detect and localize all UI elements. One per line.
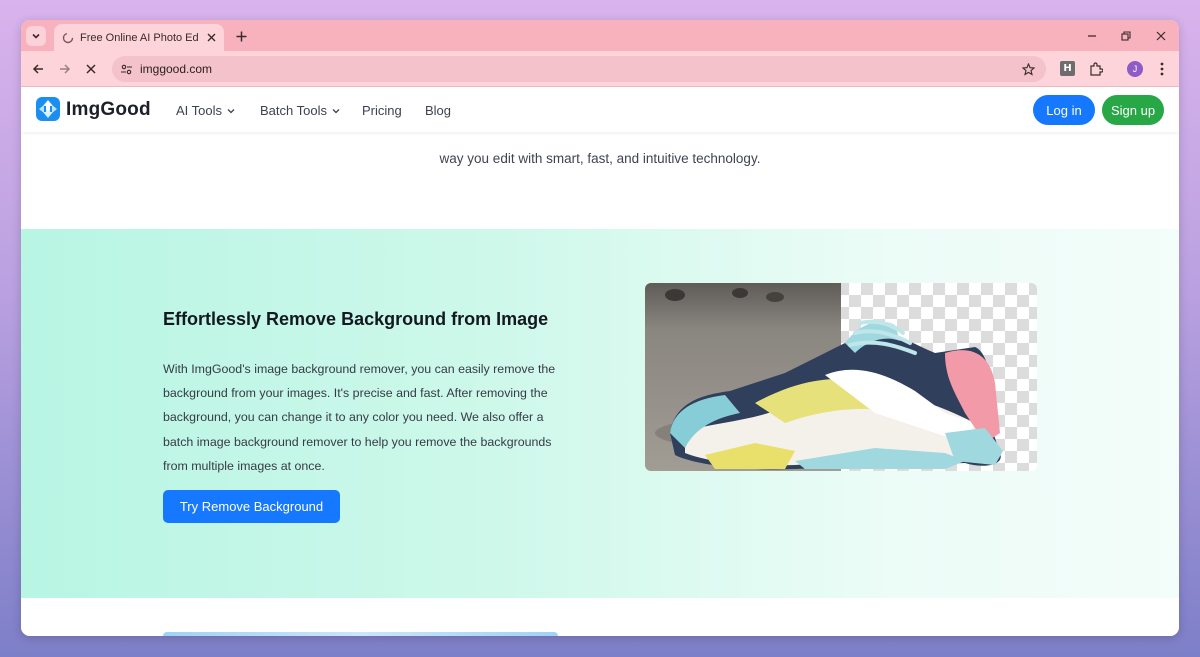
nav-blog-label: Blog xyxy=(425,103,452,118)
nav-ai-tools[interactable]: AI Tools xyxy=(176,103,236,118)
restore-icon[interactable] xyxy=(1118,28,1134,44)
stop-loading-icon[interactable] xyxy=(82,60,100,78)
browser-toolbar: imggood.com H J xyxy=(21,51,1179,87)
chevron-down-icon xyxy=(227,108,235,113)
close-window-icon[interactable] xyxy=(1153,28,1169,44)
nav-ai-tools-label: AI Tools xyxy=(176,103,223,118)
login-button[interactable]: Log in xyxy=(1033,95,1095,125)
site-info-icon[interactable] xyxy=(117,60,135,78)
site-header: ImgGood AI Tools Batch Tools Pricing Blo… xyxy=(21,87,1179,132)
new-tab-icon[interactable] xyxy=(233,28,249,44)
more-menu-icon[interactable] xyxy=(1153,60,1171,78)
page-content: ImgGood AI Tools Batch Tools Pricing Blo… xyxy=(21,87,1179,636)
back-arrow-icon[interactable] xyxy=(29,60,47,78)
bookmark-star-icon[interactable] xyxy=(1020,61,1036,77)
nav-pricing[interactable]: Pricing xyxy=(362,103,402,118)
tab-search-button[interactable] xyxy=(26,26,46,46)
remove-background-section: Effortlessly Remove Background from Imag… xyxy=(21,229,1179,598)
signup-button[interactable]: Sign up xyxy=(1102,95,1164,125)
brand-name[interactable]: ImgGood xyxy=(66,99,151,121)
address-bar[interactable]: imggood.com xyxy=(112,56,1046,82)
nav-pricing-label: Pricing xyxy=(362,103,402,118)
next-section-teaser xyxy=(163,632,558,636)
imggood-logo-icon[interactable] xyxy=(36,97,60,121)
nav-batch-tools[interactable]: Batch Tools xyxy=(260,103,341,118)
profile-avatar[interactable]: J xyxy=(1127,61,1143,77)
browser-tab[interactable]: Free Online AI Photo Editor | Im xyxy=(54,24,224,51)
minimize-icon[interactable] xyxy=(1084,28,1100,44)
browser-window: Free Online AI Photo Editor | Im xyxy=(21,20,1179,636)
try-remove-background-button[interactable]: Try Remove Background xyxy=(163,490,340,523)
loading-favicon-icon xyxy=(62,32,74,43)
tab-close-icon[interactable] xyxy=(204,31,218,45)
url-text: imggood.com xyxy=(140,62,213,76)
nav-blog[interactable]: Blog xyxy=(425,103,451,118)
tab-title: Free Online AI Photo Editor | Im xyxy=(80,31,198,44)
chevron-down-icon xyxy=(332,108,340,113)
sneaker-demo-image xyxy=(645,283,1037,471)
intro-text: way you edit with smart, fast, and intui… xyxy=(439,151,761,166)
chevron-down-icon xyxy=(32,33,40,39)
section-title: Effortlessly Remove Background from Imag… xyxy=(163,309,549,329)
nav-batch-tools-label: Batch Tools xyxy=(260,103,327,118)
section-description: With ImgGood's image background remover,… xyxy=(163,362,556,473)
extension-h-icon[interactable]: H xyxy=(1060,61,1075,76)
forward-arrow-icon[interactable] xyxy=(56,60,74,78)
tab-strip: Free Online AI Photo Editor | Im xyxy=(21,20,1179,51)
extensions-puzzle-icon[interactable] xyxy=(1087,60,1105,78)
